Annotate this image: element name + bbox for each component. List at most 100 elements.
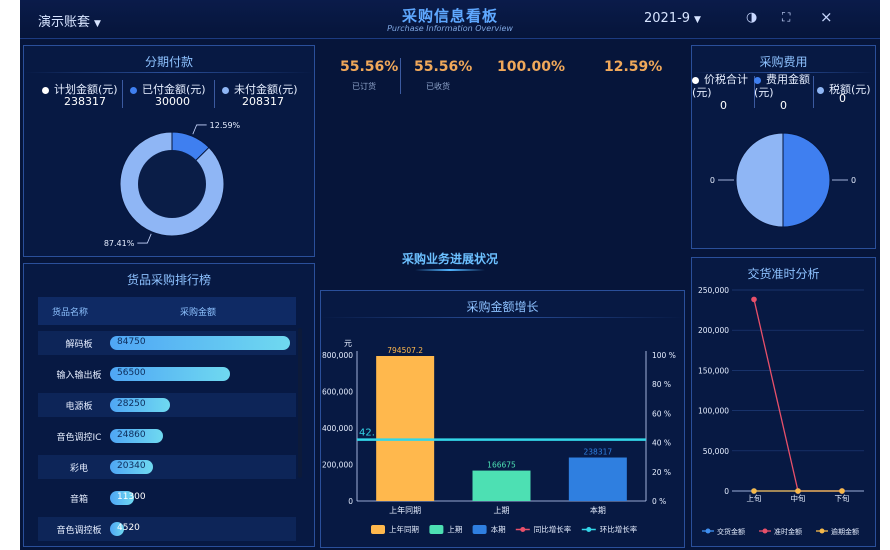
row-amount-label: 56500 bbox=[117, 368, 146, 378]
legend-marker bbox=[705, 528, 711, 534]
ranking-panel: 货品采购排行榜 货品名称 采购金额 解码板 84750 输入输出板 56500 电源板 2… bbox=[23, 263, 315, 547]
period-label: 2021-9 bbox=[644, 11, 691, 26]
kpi-value-4: 12.59% bbox=[604, 59, 663, 75]
y-tick-label: 150,000 bbox=[698, 366, 729, 375]
bar-value-label: 166675 bbox=[487, 461, 516, 470]
y2-tick-label: 20 % bbox=[652, 468, 671, 477]
y-tick-label: 0 bbox=[348, 497, 353, 506]
fee-amount-value: 0 bbox=[780, 99, 787, 112]
legend-label: 同比增长率 bbox=[534, 524, 572, 534]
table-row[interactable]: 彩电 20340 bbox=[38, 455, 296, 479]
fees-panel: 采购费用 价税合计 (元) 费用金额 (元) 税额(元) 0 0 0 00 bbox=[691, 45, 876, 249]
legend-dot-icon bbox=[817, 86, 824, 94]
delivery-panel: 交货准时分析 0 50,000 100,000 150,000 200,000 250,0… bbox=[691, 257, 876, 547]
unpaid-amount: 208317 bbox=[242, 95, 284, 108]
donut-label-line bbox=[192, 124, 207, 135]
y-axis-unit: 元 bbox=[344, 339, 352, 348]
legend-fee-amount[interactable]: 费用金额 (元) bbox=[754, 73, 816, 99]
ranking-scrollbar[interactable] bbox=[298, 328, 302, 478]
growth-panel: 采购金额增长 元 0 200,000 400,000 600,000 800,000 0 %… bbox=[320, 290, 685, 548]
table-row[interactable]: 电源板 28250 bbox=[38, 393, 296, 417]
x-tick-label: 中旬 bbox=[791, 493, 806, 503]
col-name-header: 货品名称 bbox=[52, 308, 89, 318]
row-item-name: 彩电 bbox=[69, 464, 88, 474]
legend-marker bbox=[586, 527, 592, 532]
pie-slice-1 bbox=[735, 132, 784, 228]
table-row[interactable]: 音色调控板 4520 bbox=[38, 517, 296, 541]
growth-title: 采购金额增长 bbox=[466, 300, 539, 314]
donut-data-label: 87.41% bbox=[104, 239, 135, 248]
pie-data-label: 0 bbox=[710, 176, 715, 185]
y-tick-label: 100,000 bbox=[698, 407, 729, 416]
row-amount-label: 24860 bbox=[117, 430, 146, 440]
y-tick-label: 200,000 bbox=[322, 461, 353, 470]
pie-data-label: 0 bbox=[851, 176, 856, 185]
y2-tick-label: 100 % bbox=[652, 351, 676, 360]
top-bar: 演示账套 ▼ 采购信息看板 Purchase Information Overvi… bbox=[20, 0, 880, 39]
table-row[interactable]: 解码板 84750 bbox=[38, 331, 296, 355]
legend-label: 逾期金额 bbox=[831, 527, 859, 536]
close-icon[interactable]: × bbox=[820, 8, 833, 26]
row-item-name: 音色调控板 bbox=[56, 526, 102, 536]
legend-marker bbox=[520, 527, 526, 532]
legend-marker bbox=[819, 528, 825, 534]
y-tick-label: 200,000 bbox=[698, 326, 729, 335]
y-tick-label: 600,000 bbox=[322, 388, 353, 397]
series-line-1 bbox=[753, 299, 842, 492]
series-point bbox=[751, 296, 757, 303]
growth-bar-chart: 元 0 200,000 400,000 600,000 800,000 0 % 20 % 40 … bbox=[322, 339, 676, 534]
row-item-name: 解码板 bbox=[65, 340, 93, 350]
pie-slice-0 bbox=[782, 132, 831, 228]
x-tick-label: 下旬 bbox=[835, 493, 850, 503]
progress-section-title: 采购业务进展状况 bbox=[401, 252, 498, 266]
row-item-name: 音色调控IC bbox=[56, 433, 102, 443]
legend-swatch bbox=[371, 525, 385, 534]
row-item-name: 音箱 bbox=[69, 495, 88, 505]
bar-0 bbox=[376, 356, 435, 501]
row-amount-label: 4520 bbox=[117, 523, 140, 533]
x-tick-label: 本期 bbox=[590, 505, 606, 515]
fees-title: 采购费用 bbox=[759, 55, 808, 69]
y-tick-label: 50,000 bbox=[703, 447, 729, 456]
row-amount-label: 84750 bbox=[117, 337, 146, 347]
y2-tick-label: 80 % bbox=[652, 380, 671, 389]
table-row[interactable]: 音色调控IC 24860 bbox=[38, 424, 296, 448]
installment-title: 分期付款 bbox=[144, 55, 193, 69]
tax-total-value: 0 bbox=[720, 99, 727, 112]
period-selector[interactable]: 2021-9 ▼ bbox=[644, 11, 701, 26]
legend-dot-icon bbox=[692, 76, 699, 84]
fees-pie-chart: 00 bbox=[710, 132, 856, 228]
series-point bbox=[795, 488, 801, 494]
chevron-down-icon: ▼ bbox=[694, 15, 701, 25]
legend-label: 上期 bbox=[447, 525, 462, 534]
donut-hole bbox=[138, 150, 206, 218]
theme-toggle-icon[interactable]: ◑ bbox=[746, 10, 757, 25]
kpi-value-3: 100.00% bbox=[497, 59, 566, 75]
fullscreen-icon[interactable]: ⛶ bbox=[782, 10, 790, 25]
legend-dot-icon bbox=[222, 86, 229, 94]
kpi-value-received: 55.56% bbox=[414, 59, 473, 75]
legend-swatch bbox=[429, 525, 444, 534]
legend-tax-total[interactable]: 价税合计 (元) bbox=[692, 73, 754, 99]
col-amount-header: 采购金额 bbox=[180, 308, 217, 318]
series-point bbox=[751, 488, 757, 494]
bar-1 bbox=[472, 470, 531, 501]
bar-value-label: 794507.2 bbox=[387, 346, 423, 355]
legend-label: 环比增长率 bbox=[600, 524, 638, 534]
table-row[interactable]: 输入输出板 56500 bbox=[38, 362, 296, 386]
installment-panel: 分期付款 计划金额(元) 已付金额(元) 未付金额(元) 238317 3000… bbox=[23, 45, 315, 257]
row-item-name: 输入输出板 bbox=[56, 371, 102, 381]
table-row[interactable]: 音箱 11300 bbox=[38, 486, 296, 510]
delivery-line-chart: 0 50,000 100,000 150,000 200,000 250,000 上旬 中旬 下… bbox=[698, 286, 864, 536]
y-tick-label: 400,000 bbox=[322, 424, 353, 433]
bar-value-label: 238317 bbox=[584, 448, 613, 457]
kpi-label-received: 已收货 bbox=[426, 82, 450, 91]
y2-tick-label: 40 % bbox=[652, 439, 671, 448]
legend-dot-icon bbox=[754, 76, 761, 84]
x-tick-label: 上旬 bbox=[747, 493, 762, 503]
legend-label: 上年同期 bbox=[389, 524, 419, 534]
y-tick-label: 0 bbox=[724, 487, 729, 496]
x-tick-label: 上年同期 bbox=[389, 505, 421, 515]
kpi-label-ordered: 已订货 bbox=[352, 82, 376, 91]
tax-value: 0 bbox=[839, 92, 846, 105]
